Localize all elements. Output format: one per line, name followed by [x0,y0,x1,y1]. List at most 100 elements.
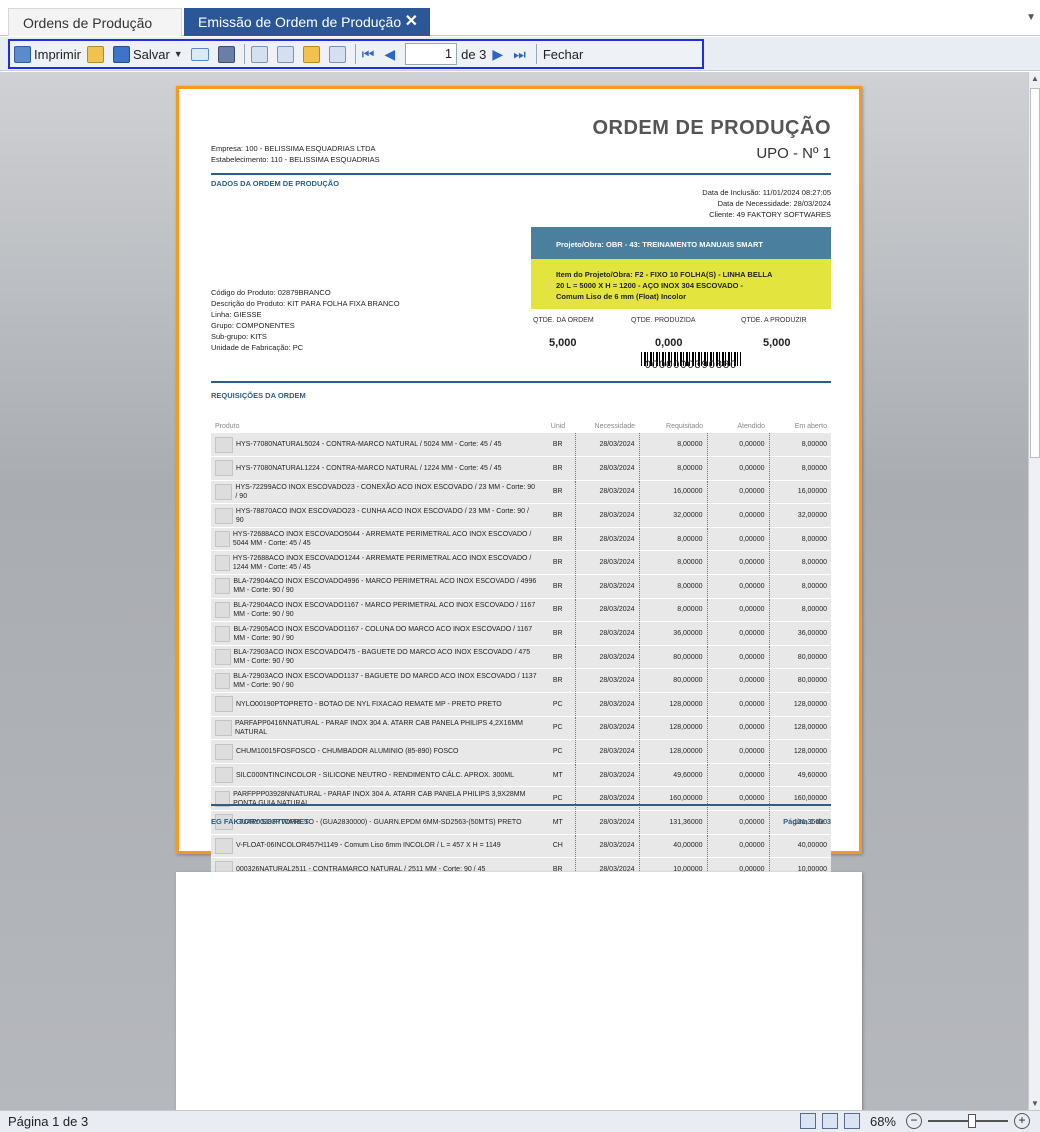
first-page-icon[interactable]: ⏮ [362,46,375,63]
product-description: HYS-72688ACO INOX ESCOVADO5044 - ARREMAT… [232,531,532,548]
parameters-button[interactable] [276,43,297,65]
zoom-slider[interactable] [928,1114,1008,1128]
continuous-view-icon[interactable] [843,1113,860,1129]
close-button[interactable]: Fechar [543,43,583,65]
previous-page-icon[interactable]: ◀ [384,46,395,63]
requested-cell: 8,00000 [638,527,707,552]
product-thumbnail-icon [215,837,233,854]
open-button[interactable] [86,43,107,65]
next-page-icon[interactable]: ▶ [492,46,503,63]
find-button[interactable] [217,43,238,65]
qty-to-produce-value: 5,000 [763,337,791,349]
product-description: BLA-72904ACO INOX ESCOVADO4996 - MARCO P… [233,578,537,595]
page-setup-button[interactable] [328,43,349,65]
product-thumbnail-icon [215,696,233,713]
product-description: NYLO00190PTOPRETO - BOTAO DE NYL FIXACAO… [236,700,502,708]
product-thumbnail-icon [215,531,230,548]
scroll-up-icon[interactable]: ▲ [1031,74,1039,83]
product-description: HYS-77080NATURAL5024 - CONTRA-MARCO NATU… [236,441,502,449]
product-description: BLA-72903ACO INOX ESCOVADO475 - BAGUETE … [233,649,531,666]
two-page-view-icon[interactable] [821,1113,838,1129]
single-page-view-icon[interactable] [799,1113,816,1129]
table-row: PARFAPP0416NNATURAL - PARAF INOX 304 A. … [211,716,831,741]
column-header: Necessidade [594,422,635,430]
report-viewer: Empresa: 100 - BELISSIMA ESQUADRIAS LTDA… [0,72,1028,1110]
tab-ordens-producao[interactable]: Ordens de Produção [8,8,182,36]
product-cell: PARFAPP0416NNATURAL - PARAF INOX 304 A. … [211,716,541,741]
print-button[interactable]: Imprimir [14,43,81,65]
product-description: CHUM10015FOSFOSCO - CHUMBADOR ALUMINIO (… [236,748,459,756]
barcode-number: 0000000390880 [644,359,738,371]
unit-cell: PC [541,716,575,741]
requested-cell: 8,00000 [638,433,707,458]
unit-cell: MT [541,763,575,788]
thumbnails-icon [250,45,268,63]
requested-cell: 80,00000 [638,668,707,694]
open-folder-icon [86,45,104,63]
email-button[interactable] [190,43,212,65]
attended-cell: 0,00000 [706,810,769,835]
section-title-order: DADOS DA ORDEM DE PRODUÇÃO [211,179,340,188]
product-cell: SILC000NTINCINCOLOR - SILICONE NEUTRO - … [211,763,541,788]
requested-cell: 40,00000 [638,834,707,859]
item-line: 20 L = 5000 X H = 1200 - AÇO INOX 304 ES… [556,281,744,290]
tab-list-dropdown-icon[interactable]: ▼ [1026,12,1036,23]
edit-button[interactable] [302,43,323,65]
requested-cell: 128,00000 [638,739,707,764]
product-line: Linha: GIESSE [211,310,262,319]
product-thumbnail-icon [215,601,231,618]
report-toolbar: Imprimir Salvar ▼ ⏮ ◀ 1 de 3 ▶ ⏭ Fechar [8,39,704,69]
requested-cell: 8,00000 [638,550,707,576]
company-info: Empresa: 100 - BELISSIMA ESQUADRIAS LTDA… [211,143,380,165]
zoom-level: 68% [869,1113,896,1129]
save-button[interactable]: Salvar [112,43,170,65]
vertical-scrollbar[interactable]: ▲ ▼ [1028,72,1040,1110]
zoom-in-icon[interactable]: + [1014,1113,1030,1129]
save-dropdown-icon[interactable]: ▼ [174,49,183,59]
product-description: HYS-78870ACO INOX ESCOVADO23 - CUNHA ACO… [235,507,529,524]
project-box: Projeto/Obra: OBR - 43: TREINAMENTO MANU… [531,227,831,259]
zoom-slider-knob[interactable] [968,1114,976,1128]
need-date-cell: 28/03/2024 [574,480,639,505]
tab-emissao-ordem[interactable]: Emissão de Ordem de Produção ✕ [184,8,430,36]
need-date-cell: 28/03/2024 [574,645,639,670]
attended-cell: 0,00000 [706,763,769,788]
open-cell: 49,60000 [768,763,831,788]
scroll-down-icon[interactable]: ▼ [1031,1099,1039,1108]
item-line: Comum Liso de 6 mm (Float) Incolor [556,292,687,301]
status-bar: Página 1 de 3 68% − + [0,1110,1040,1132]
product-thumbnail-icon [215,672,231,689]
open-cell: 36,00000 [768,621,831,646]
inclusion-date: Data de Inclusão: 11/01/2024 08:27:05 [702,188,831,197]
table-row: PARFPPP03928NNATURAL - PARAF INOX 304 A.… [211,786,831,811]
column-header: Em aberto [794,422,827,430]
product-description: HYS-72299ACO INOX ESCOVADO23 - CONEXÃO A… [235,483,536,500]
open-cell: 8,00000 [768,456,831,481]
scrollbar-thumb[interactable] [1030,88,1040,458]
table-row: CHUM10015FOSFOSCO - CHUMBADOR ALUMINIO (… [211,739,831,764]
table-row: HYS-72299ACO INOX ESCOVADO23 - CONEXÃO A… [211,480,831,505]
need-date: Data de Necessidade: 28/03/2024 [717,199,831,208]
unit-cell: BR [541,598,575,623]
attended-cell: 0,00000 [706,527,769,552]
zoom-out-icon[interactable]: − [906,1113,922,1129]
client: Cliente: 49 FAKTORY SOFTWARES [709,210,831,219]
report-toolbar-container: Imprimir Salvar ▼ ⏮ ◀ 1 de 3 ▶ ⏭ Fechar [0,37,1040,71]
requested-cell: 80,00000 [638,645,707,670]
attended-cell: 0,00000 [706,786,769,811]
project-item-box: Item do Projeto/Obra: F2 - FIXO 10 FOLHA… [531,259,831,309]
unit-cell: BR [541,433,575,458]
unit-cell: PC [541,739,575,764]
tab-label: Emissão de Ordem de Produção [198,14,402,30]
need-date-cell: 28/03/2024 [574,763,639,788]
attended-cell: 0,00000 [706,550,769,576]
unit-cell: BR [541,550,575,576]
last-page-icon[interactable]: ⏭ [513,46,526,63]
open-cell: 8,00000 [768,550,831,576]
table-row: BLA-72904ACO INOX ESCOVADO4996 - MARCO P… [211,574,831,599]
page-number-input[interactable]: 1 [405,43,458,65]
product-description: HYS-72688ACO INOX ESCOVADO1244 - ARREMAT… [232,554,532,571]
thumbnails-button[interactable] [250,43,271,65]
next-report-page [176,872,862,1110]
close-icon[interactable]: ✕ [405,8,418,36]
